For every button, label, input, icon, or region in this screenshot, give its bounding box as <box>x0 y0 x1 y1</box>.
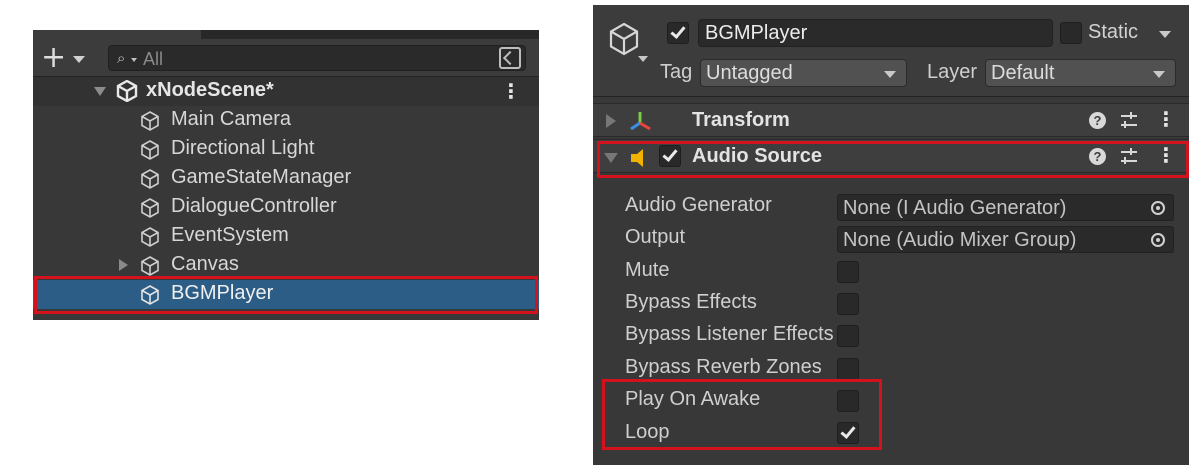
hierarchy-item-label: Main Camera <box>171 108 292 130</box>
cube-icon <box>141 256 159 276</box>
unity-scene-icon <box>116 80 138 102</box>
cube-icon <box>141 198 159 218</box>
gameobject-icon[interactable] <box>607 21 641 59</box>
layer-value: Default <box>991 62 1055 84</box>
checkmark-icon <box>670 23 686 39</box>
presets-icon[interactable] <box>1121 111 1137 131</box>
component-title: Transform <box>692 109 790 131</box>
expand-arrow-icon[interactable] <box>119 259 128 271</box>
search-mode-caret-icon[interactable] <box>131 58 137 62</box>
hierarchy-tab-strip <box>33 30 539 39</box>
hierarchy-item-dialoguecontroller[interactable]: DialogueController <box>33 193 539 222</box>
hierarchy-toolbar: + ⌕ All <box>33 39 539 77</box>
layer-dropdown[interactable]: Default <box>985 59 1176 87</box>
static-label: Static <box>1088 21 1139 43</box>
object-name-value: BGMPlayer <box>705 22 808 44</box>
hierarchy-item-label: GameStateManager <box>171 166 352 188</box>
cube-icon <box>141 140 159 160</box>
object-name-field[interactable]: BGMPlayer <box>698 19 1053 47</box>
layer-label: Layer <box>927 61 978 83</box>
bypass-listener-effects-label: Bypass Listener Effects <box>625 323 834 345</box>
component-header-transform[interactable]: Transform ? ⋮ <box>593 103 1189 137</box>
kebab-menu-icon[interactable]: ⋮ <box>501 79 521 104</box>
object-picker-icon[interactable] <box>1151 201 1165 215</box>
output-field[interactable]: None (Audio Mixer Group) <box>837 226 1174 253</box>
hierarchy-item-label: Canvas <box>171 253 239 275</box>
chevron-down-icon <box>1153 71 1165 78</box>
annotation-highlight-play-on-awake-loop <box>602 379 882 450</box>
bypass-listener-effects-checkbox[interactable] <box>837 325 859 347</box>
transform-axes-icon <box>630 112 651 131</box>
cube-icon <box>141 227 159 247</box>
expand-arrow-icon[interactable] <box>606 114 616 128</box>
lock-icon[interactable] <box>499 47 521 69</box>
hierarchy-tab[interactable] <box>33 30 201 39</box>
chevron-down-icon[interactable] <box>638 56 648 62</box>
kebab-menu-icon[interactable]: ⋮ <box>1156 107 1176 132</box>
bypass-effects-checkbox[interactable] <box>837 293 859 315</box>
search-input[interactable]: ⌕ All <box>108 45 526 71</box>
tag-label: Tag <box>660 61 693 83</box>
chevron-down-icon[interactable] <box>73 56 85 63</box>
hierarchy-item-label: DialogueController <box>171 195 337 217</box>
help-icon[interactable]: ? <box>1089 112 1106 129</box>
cube-icon <box>141 111 159 131</box>
bypass-reverb-zones-label: Bypass Reverb Zones <box>625 356 822 378</box>
bypass-reverb-zones-checkbox[interactable] <box>837 358 859 380</box>
search-icon[interactable]: ⌕ <box>117 50 125 67</box>
static-dropdown-icon[interactable] <box>1159 31 1171 38</box>
tag-dropdown[interactable]: Untagged <box>700 59 907 87</box>
gameobject-header: BGMPlayer Static Tag Untagged Layer Defa… <box>593 5 1189 97</box>
annotation-highlight-bgmplayer <box>34 276 538 314</box>
annotation-highlight-audio-source <box>597 141 1189 178</box>
scene-row[interactable]: xNodeScene* ⋮ <box>33 77 539 106</box>
active-checkbox[interactable] <box>667 22 689 44</box>
expand-arrow-icon[interactable] <box>94 87 106 96</box>
output-value: None (Audio Mixer Group) <box>843 229 1077 251</box>
hierarchy-item-eventsystem[interactable]: EventSystem <box>33 222 539 251</box>
output-label: Output <box>625 226 686 248</box>
tag-value: Untagged <box>706 62 793 84</box>
object-picker-icon[interactable] <box>1151 233 1165 247</box>
hierarchy-item-label: Directional Light <box>171 137 315 159</box>
mute-label: Mute <box>625 259 670 281</box>
search-placeholder: All <box>143 49 164 69</box>
scene-name: xNodeScene* <box>146 79 274 101</box>
hierarchy-item-label: EventSystem <box>171 224 289 246</box>
cube-icon <box>141 169 159 189</box>
audio-generator-label: Audio Generator <box>625 194 772 216</box>
bypass-effects-label: Bypass Effects <box>625 291 757 313</box>
hierarchy-item-directional-light[interactable]: Directional Light <box>33 135 539 164</box>
audio-generator-field[interactable]: None (I Audio Generator) <box>837 194 1174 221</box>
hierarchy-item-gamestatemanager[interactable]: GameStateManager <box>33 164 539 193</box>
plus-icon[interactable]: + <box>41 43 66 73</box>
chevron-down-icon <box>884 71 896 78</box>
mute-checkbox[interactable] <box>837 261 859 283</box>
audio-generator-value: None (I Audio Generator) <box>843 197 1067 219</box>
hierarchy-item-main-camera[interactable]: Main Camera <box>33 106 539 135</box>
static-checkbox[interactable] <box>1060 22 1082 44</box>
